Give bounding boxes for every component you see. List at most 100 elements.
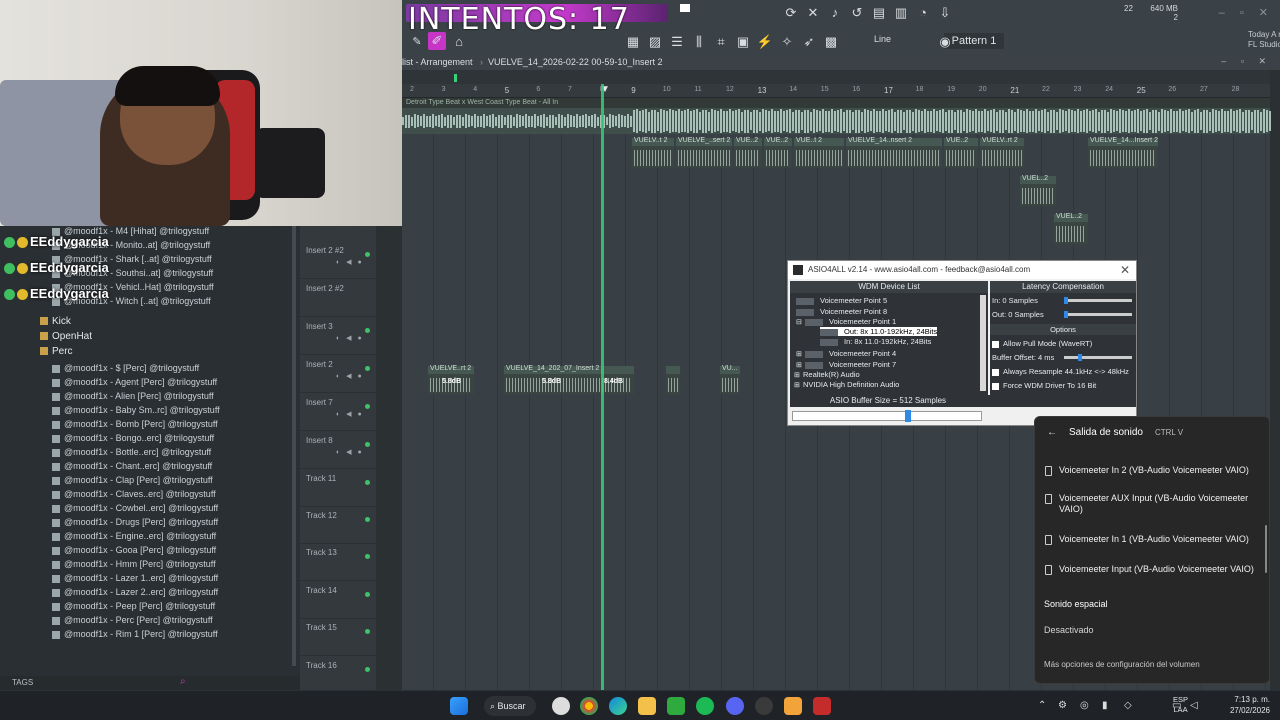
device-toggle-icon[interactable] [805,361,823,369]
fl-studio-icon[interactable] [784,697,802,715]
audio-clip[interactable]: VUELVE_..sert 2 [676,137,732,168]
spotify-icon[interactable] [696,697,714,715]
buffer-size-slider[interactable] [792,410,982,422]
track-controls[interactable]: ◐ ◀ ● [336,372,364,380]
browser-item[interactable]: @moodf1x - Alien [Perc] @trilogystuff [52,391,214,405]
track-header[interactable]: Track 11 [300,470,376,507]
track-header[interactable]: Track 12 [300,507,376,544]
network-icon[interactable]: ▭ [1172,700,1181,711]
start-icon[interactable] [450,697,468,715]
audio-clip[interactable]: VUELVE_14_202_07_Insert 2 5.8dB 8.4dB [504,365,634,394]
discord-icon[interactable] [726,697,744,715]
track-controls[interactable]: ◐ ◀ ● [336,258,364,266]
mixer-icon[interactable]: ▥ [892,4,910,22]
wdm-device[interactable]: Voicemeeter Point 5 [796,296,887,305]
tray-chevron-icon[interactable]: ⌃ [1038,700,1046,711]
tray-icon[interactable]: ▮ [1102,700,1108,711]
piano-roll-icon[interactable]: ▨ [646,33,664,51]
device-list-scrollbar[interactable] [980,295,986,391]
browser-item[interactable]: @moodf1x - Drugs [Perc] @trilogystuff [52,517,218,531]
browser-item[interactable]: @moodf1x - Baby Sm..rc] @trilogystuff [52,405,220,419]
browser-item[interactable]: @moodf1x - Lazer 2..erc] @trilogystuff [52,587,218,601]
device-toggle-icon[interactable] [805,350,823,358]
wdm-device[interactable]: ⊞ Voicemeeter Point 4 [796,349,896,358]
edge-icon[interactable] [609,697,627,715]
track-active-led[interactable] [365,592,370,597]
audio-clip[interactable]: VUELVE_14..nsert 2 [846,137,942,168]
volume-icon[interactable]: ◁ [1190,700,1198,711]
wdm-device[interactable]: In: 8x 11.0-192kHz, 24Bits [820,337,931,346]
browser-item[interactable]: @moodf1x - Claves..erc] @trilogystuff [52,489,216,503]
wdm-device[interactable]: ⊟ Voicemeeter Point 1 [796,317,896,326]
expand-toggle-icon[interactable]: ⊞ [796,350,803,358]
track-active-led[interactable] [365,328,370,333]
news-panel[interactable]: Today A newer version of FL Studio is av… [1248,30,1280,50]
chrome-icon[interactable] [580,697,598,715]
audio-clip[interactable]: VU... [720,365,740,394]
clock[interactable]: 7:13 p. m. 27/02/2026 [1230,694,1270,716]
wdm-device[interactable]: ⊞ Realtek(R) Audio [794,370,860,379]
audio-clip[interactable]: VUE..2 [764,137,792,168]
track-active-led[interactable] [365,480,370,485]
track-header[interactable]: Track 15 [300,619,376,656]
browser-item[interactable]: @moodf1x - Bomb [Perc] @trilogystuff [52,419,218,433]
buffer-offset-slider[interactable] [1064,354,1132,361]
browser-item[interactable]: @moodf1x - Engine..erc] @trilogystuff [52,531,216,545]
timeline-ruler[interactable]: 2345678910111213141516171819202122232425… [402,84,1270,98]
asio-close-icon[interactable]: ✕ [1120,261,1130,279]
track-active-led[interactable] [365,629,370,634]
xbox-icon[interactable] [667,697,685,715]
device-toggle-icon[interactable] [820,328,838,336]
browser-item[interactable]: @moodf1x - Lazer 1..erc] @trilogystuff [52,573,218,587]
browser-folder[interactable]: Perc [40,346,73,360]
browser-folder[interactable]: Kick [40,316,71,330]
plugin-icon[interactable]: ▣ [734,33,752,51]
expand-toggle-icon[interactable]: ⊞ [796,361,803,369]
back-arrow-icon[interactable]: ← [1047,427,1057,438]
playlist-scrollbar[interactable] [402,70,1270,84]
track-active-led[interactable] [365,667,370,672]
taskbar-search[interactable]: ⌕ Buscar [484,696,536,716]
tray-icon[interactable]: ◎ [1080,700,1089,711]
browser-item[interactable]: @moodf1x - Gooa [Perc] @trilogystuff [52,545,216,559]
track-header[interactable]: Insert 7 ◐ ◀ ● [300,394,376,431]
mic-rec-icon[interactable]: ✧ [778,33,796,51]
more-volume-settings-link[interactable]: Más opciones de configuración del volume… [1044,660,1200,669]
track-header[interactable]: Insert 2 ◐ ◀ ● [300,356,376,393]
master-audio-clip[interactable] [402,108,1271,134]
audio-clip[interactable]: VUE..2 [734,137,762,168]
wdm-device[interactable]: ⊞ Voicemeeter Point 7 [796,360,896,369]
browser-icon[interactable]: ⌗ [712,33,730,51]
browser-item[interactable]: @moodf1x - Peep [Perc] @trilogystuff [52,601,215,615]
device-toggle-icon[interactable] [820,338,838,346]
browser-item[interactable]: @moodf1x - $ [Perc] @trilogystuff [52,363,199,377]
audio-clip[interactable]: VUEL..2 [1020,175,1056,206]
browser-item[interactable]: @moodf1x - Agent [Perc] @trilogystuff [52,377,217,391]
spatial-sound-value[interactable]: Desactivado [1044,625,1094,635]
tray-icon[interactable]: ◇ [1124,700,1132,711]
audio-clip[interactable]: VUELVE..rt 2 5.8dB [428,365,474,394]
app-red-icon[interactable] [813,697,831,715]
expand-toggle-icon[interactable]: ⊟ [796,318,803,326]
audio-clip[interactable]: VUELV..rt 2 [980,137,1024,168]
obs-icon[interactable] [755,697,773,715]
record-icon[interactable] [680,4,690,12]
wait-icon[interactable]: ✕ [804,4,822,22]
audio-clip[interactable]: VUEL..2 [1054,213,1088,244]
window-controls[interactable]: – ▫ ✕ [1219,6,1274,19]
output-option[interactable]: Voicemeeter Input (VB-Audio Voicemeeter … [1043,564,1265,575]
force16-checkbox[interactable] [992,382,999,390]
audio-clip[interactable]: VUE..2 [944,137,978,168]
metronome-icon[interactable]: ⟳ [782,4,800,22]
playhead[interactable] [601,84,604,690]
browser-item[interactable]: @moodf1x - Hmm [Perc] @trilogystuff [52,559,216,573]
track-active-led[interactable] [365,442,370,447]
expand-toggle-icon[interactable]: ⊞ [794,371,801,379]
help-icon[interactable]: ▩ [822,33,840,51]
pull-mode-checkbox[interactable] [992,340,999,348]
loop-record-icon[interactable]: ↺ [848,4,866,22]
tray-icon[interactable]: ⚙ [1058,700,1067,711]
channel-rack-icon[interactable]: ☰ [668,33,686,51]
playlist-window-controls[interactable]: – ▫ ✕ [1221,56,1272,67]
audio-clip[interactable]: VUELV..t 2 [632,137,674,168]
